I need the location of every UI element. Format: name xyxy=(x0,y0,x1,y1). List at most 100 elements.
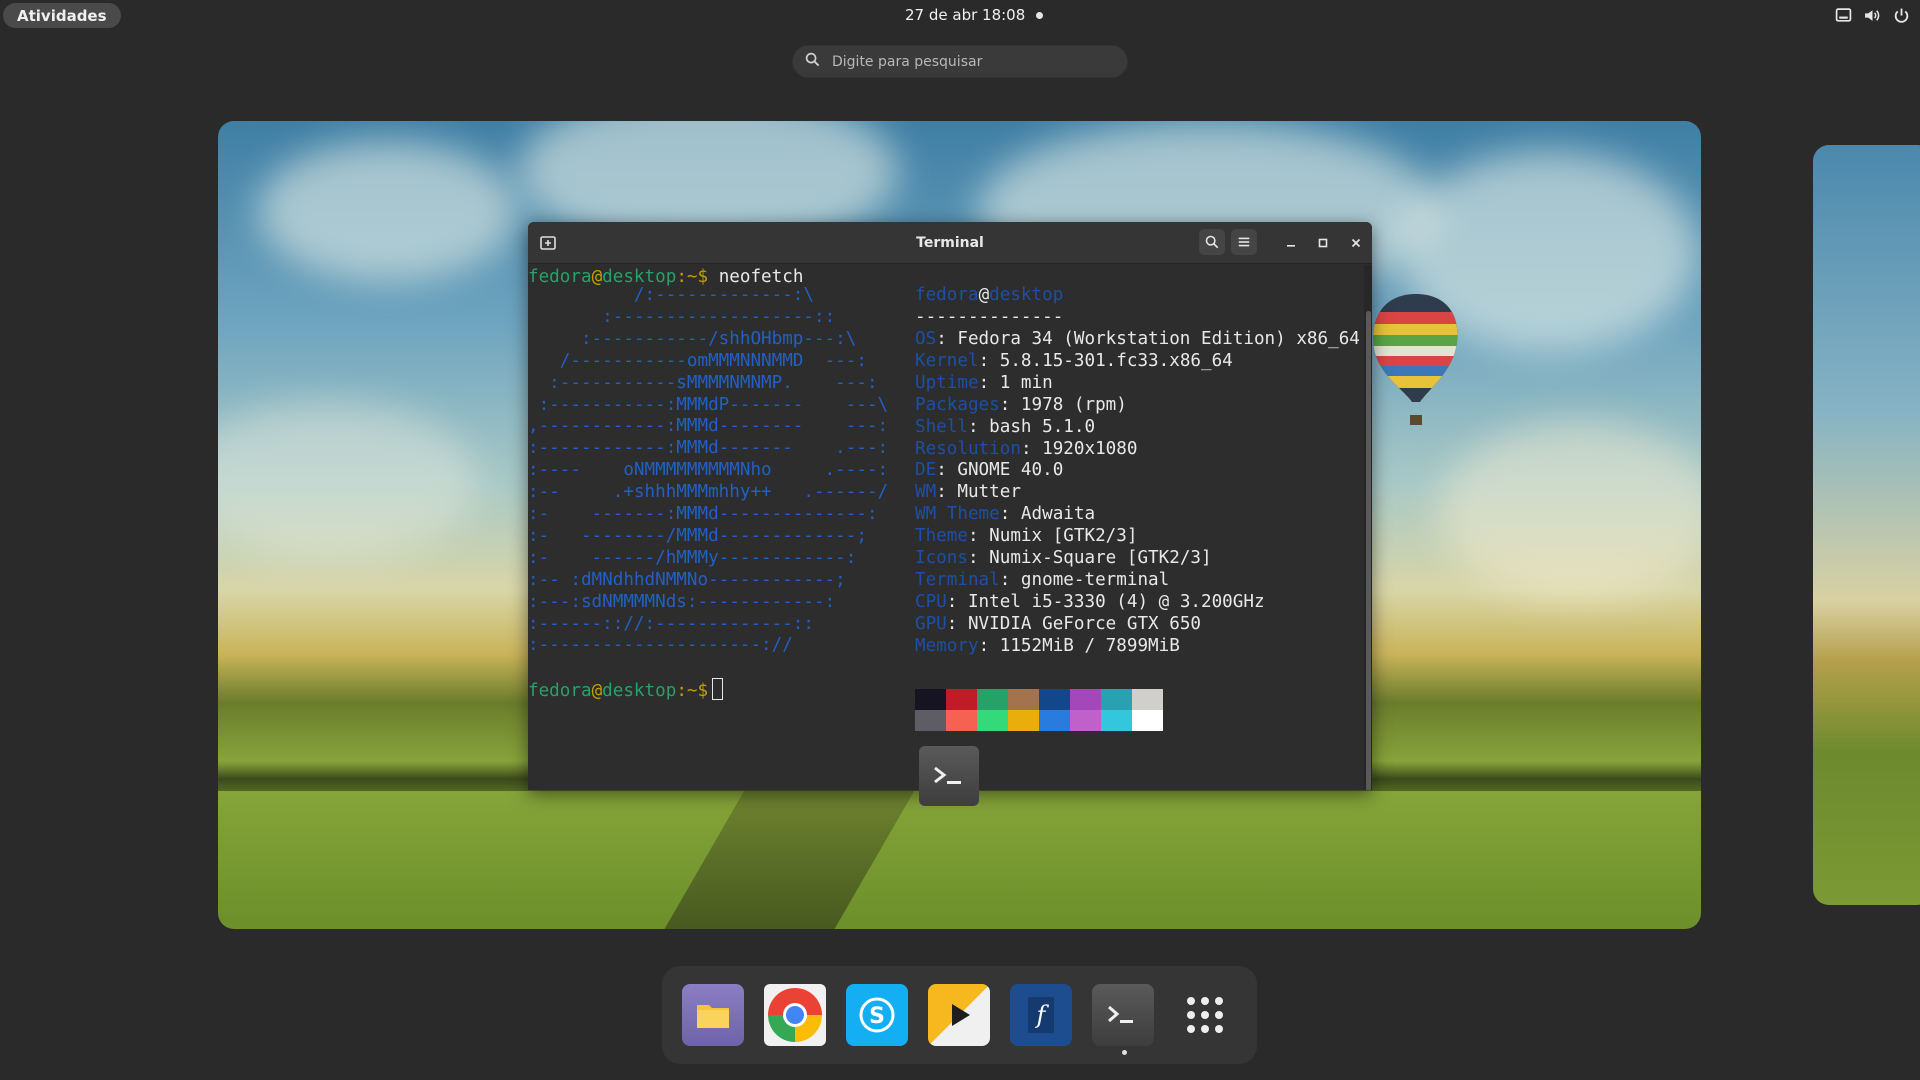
palette-swatch xyxy=(946,689,977,710)
info-label: Packages xyxy=(915,394,1000,415)
palette-swatch xyxy=(1132,710,1163,731)
info-label: WM xyxy=(915,482,937,503)
info-value: : Adwaita xyxy=(999,504,1096,525)
info-label: Memory xyxy=(915,635,979,656)
notification-dot xyxy=(1036,12,1043,19)
terminal-window[interactable]: Terminal fedora@desktop:~$ neofetch /:--… xyxy=(528,222,1372,790)
info-row: WM Theme: Adwaita xyxy=(915,504,1095,526)
color-palette xyxy=(915,689,1163,731)
ascii-logo-line: :---- oNMMMMMMMMMNho .----: xyxy=(528,460,889,481)
terminal-app-icon xyxy=(919,746,979,806)
ascii-logo-line: :- ------/hMMMy------------: xyxy=(528,547,857,568)
terminal-headerbar[interactable]: Terminal xyxy=(528,222,1372,264)
svg-text:S: S xyxy=(869,1004,885,1029)
next-workspace-thumbnail[interactable] xyxy=(1813,145,1920,905)
palette-swatch xyxy=(977,689,1008,710)
info-row: Resolution: 1920x1080 xyxy=(915,439,1137,461)
search-input[interactable] xyxy=(832,53,1092,70)
dash-dock: S f xyxy=(662,966,1257,1064)
info-label: OS xyxy=(915,329,937,349)
ascii-logo-line: :-------------------:: xyxy=(528,306,836,327)
info-row: Memory: 1152MiB / 7899MiB xyxy=(915,636,1180,658)
info-value: : bash 5.1.0 xyxy=(967,416,1096,437)
palette-swatch xyxy=(1070,710,1101,731)
info-label: CPU xyxy=(915,591,947,612)
info-row: OS: Fedora 34 (Workstation Edition) x86_… xyxy=(915,329,1360,351)
software-app-icon[interactable]: f xyxy=(1010,984,1072,1046)
info-value: : Numix [GTK2/3] xyxy=(967,526,1138,547)
info-row: DE: GNOME 40.0 xyxy=(915,460,1063,482)
power-icon[interactable] xyxy=(1893,7,1910,24)
ascii-logo-line: :-- :dMNdhhdNMMNo------------; xyxy=(528,569,846,590)
ascii-logo-line: /:-------------:\ xyxy=(528,285,814,305)
info-row: Terminal: gnome-terminal xyxy=(915,570,1169,592)
activities-button[interactable]: Atividades xyxy=(3,3,121,28)
skype-app-icon[interactable]: S xyxy=(846,984,908,1046)
palette-swatch xyxy=(915,689,946,710)
scrollbar-thumb[interactable] xyxy=(1366,311,1371,790)
ascii-logo-line: /-----------omMMMNNNMMD ---: xyxy=(528,350,867,371)
minimize-button[interactable] xyxy=(1281,233,1301,253)
field-path xyxy=(651,791,915,929)
menu-icon xyxy=(1238,237,1250,247)
ascii-logo-line: :---------------------:// xyxy=(528,635,793,656)
system-tray[interactable] xyxy=(1835,7,1910,24)
info-label: GPU xyxy=(915,613,947,634)
cloud xyxy=(258,141,518,281)
info-row: GPU: NVIDIA GeForce GTX 650 xyxy=(915,614,1201,636)
info-row: CPU: Intel i5-3330 (4) @ 3.200GHz xyxy=(915,592,1265,614)
info-label: Icons xyxy=(915,548,968,568)
terminal-content[interactable]: fedora@desktop:~$ neofetch /:-----------… xyxy=(528,265,1364,790)
info-label: Theme xyxy=(915,526,968,547)
info-user-host: fedora@desktop xyxy=(915,285,1064,305)
screen-icon[interactable] xyxy=(1835,7,1852,24)
palette-swatch xyxy=(1039,689,1070,710)
ascii-logo-line: :------------:MMMd------- .---: xyxy=(528,438,889,459)
files-app-icon[interactable] xyxy=(682,984,744,1046)
ascii-logo-line: :------:://:-------------:: xyxy=(528,613,814,634)
hamburger-menu-button[interactable] xyxy=(1231,229,1257,255)
info-row: Shell: bash 5.1.0 xyxy=(915,417,1095,439)
info-value: : NVIDIA GeForce GTX 650 xyxy=(946,613,1201,634)
terminal-search-button[interactable] xyxy=(1199,229,1225,255)
ascii-logo-line: :-- .+shhhMMMmhhy++ .------/ xyxy=(528,482,889,503)
info-row: Kernel: 5.8.15-301.fc33.x86_64 xyxy=(915,351,1233,373)
terminal-dock-icon[interactable] xyxy=(1092,984,1154,1046)
info-label: Kernel xyxy=(915,350,979,371)
info-label: Uptime xyxy=(915,372,979,393)
info-row: Theme: Numix [GTK2/3] xyxy=(915,526,1137,548)
info-row: WM: Mutter xyxy=(915,482,1021,504)
maximize-button[interactable] xyxy=(1313,233,1333,253)
info-label: Terminal xyxy=(915,569,1000,590)
palette-swatch xyxy=(1101,689,1132,710)
search-bar[interactable] xyxy=(792,45,1128,78)
info-value: : Mutter xyxy=(936,482,1021,503)
info-value: : 1920x1080 xyxy=(1020,438,1138,459)
search-icon xyxy=(805,52,820,71)
ascii-logo-line: :---:sdNMMMMNds:------------: xyxy=(528,591,836,612)
video-player-app-icon[interactable] xyxy=(928,984,990,1046)
running-indicator xyxy=(1122,1050,1127,1055)
palette-swatch xyxy=(1039,710,1070,731)
info-label: DE xyxy=(915,460,937,481)
info-label: WM Theme xyxy=(915,504,1000,525)
show-apps-grid-icon[interactable] xyxy=(1174,984,1236,1046)
palette-swatch xyxy=(1132,689,1163,710)
chrome-app-icon[interactable] xyxy=(764,984,826,1046)
volume-icon[interactable] xyxy=(1864,7,1881,24)
ascii-logo-line: ,------------:MMMd-------- ---: xyxy=(528,416,889,437)
clock[interactable]: 27 de abr 18:08 xyxy=(905,6,1025,24)
close-icon xyxy=(1351,238,1361,248)
maximize-icon xyxy=(1318,238,1328,248)
close-button[interactable] xyxy=(1346,233,1366,253)
hot-air-balloon xyxy=(1370,290,1462,440)
info-value: : gnome-terminal xyxy=(999,569,1170,590)
ascii-logo-line: :-----------sMMMMNMNMP. ---: xyxy=(528,372,878,393)
info-value: : 5.8.15-301.fc33.x86_64 xyxy=(978,350,1233,371)
info-row: Packages: 1978 (rpm) xyxy=(915,395,1127,417)
cloud xyxy=(1438,421,1701,601)
search-icon xyxy=(1205,235,1219,249)
scrollbar[interactable] xyxy=(1364,265,1372,790)
ascii-logo-line: :-----------/shhOHbmp---:\ xyxy=(528,328,857,349)
palette-swatch xyxy=(1070,689,1101,710)
